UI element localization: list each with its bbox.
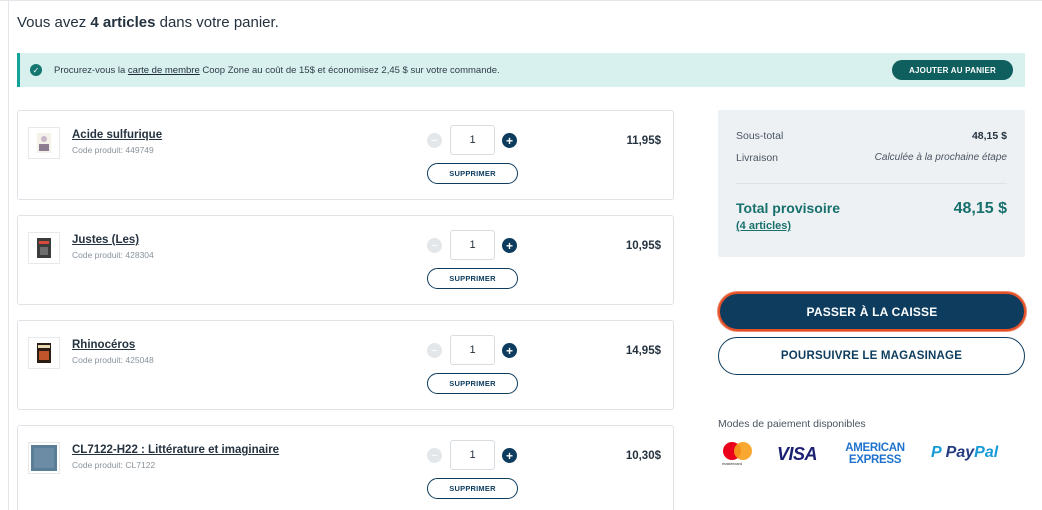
mastercard-logo-icon: mastercard — [720, 442, 756, 468]
add-membership-to-cart-button[interactable]: AJOUTER AU PANIER — [892, 60, 1013, 80]
remove-item-button[interactable]: SUPPRIMER — [427, 163, 518, 184]
amex-line2: EXPRESS — [848, 454, 902, 466]
increase-quantity-button[interactable]: + — [502, 448, 517, 463]
mastercard-text: mastercard — [722, 461, 743, 466]
product-code: Code produit: 428304 — [72, 250, 154, 260]
cart-title-suffix: dans votre panier. — [155, 14, 279, 31]
increase-quantity-button[interactable]: + — [502, 133, 517, 148]
total-label: Total provisoire — [736, 200, 840, 216]
decrease-quantity-button[interactable]: − — [427, 343, 442, 358]
quantity-input[interactable]: 1 — [450, 230, 495, 260]
summary-divider — [736, 183, 1007, 184]
left-border — [8, 0, 9, 510]
product-name-link[interactable]: CL7122-H22 : Littérature et imaginaire — [72, 444, 279, 456]
membership-promo-banner: ✓ Procurez-vous la carte de membre Coop … — [17, 53, 1025, 87]
quantity-input[interactable]: 1 — [450, 125, 495, 155]
shipping-row: Livraison Calculée à la prochaine étape — [736, 152, 1007, 164]
shipping-label: Livraison — [736, 152, 779, 164]
membership-card-link[interactable]: carte de membre — [128, 65, 200, 76]
checkout-button[interactable]: PASSER À LA CAISSE — [718, 292, 1026, 331]
item-price: 10,95$ — [625, 240, 661, 252]
cart-item: Rhinocéros Code produit: 425048 − 1 + SU… — [17, 320, 674, 410]
product-thumbnail[interactable] — [28, 337, 60, 369]
promo-text-before: Procurez-vous la — [54, 64, 128, 76]
cart-title-count: 4 articles — [90, 14, 156, 31]
payment-logos: mastercard VISA AMERICAN EXPRESS P PayPal — [720, 440, 1020, 470]
paypal-pay: Pay — [945, 444, 975, 461]
subtotal-row: Sous-total 48,15 $ — [736, 130, 1007, 142]
cart-item: Acide sulfurique Code produit: 449749 − … — [17, 110, 674, 200]
amex-line1: AMERICAN — [845, 442, 905, 454]
remove-item-button[interactable]: SUPPRIMER — [427, 268, 518, 289]
product-code: Code produit: CL7122 — [72, 460, 156, 470]
paypal-logo-icon: P PayPal — [931, 444, 999, 461]
paypal-pal: Pal — [974, 444, 999, 461]
promo-text: Procurez-vous la carte de membre Coop Zo… — [54, 65, 500, 76]
remove-item-button[interactable]: SUPPRIMER — [427, 373, 518, 394]
increase-quantity-button[interactable]: + — [502, 238, 517, 253]
visa-logo-icon: VISA — [777, 444, 818, 464]
product-name-link[interactable]: Acide sulfurique — [72, 129, 162, 141]
membership-icon: ✓ — [30, 64, 42, 76]
cart-title: Vous avez 4 articles dans votre panier. — [17, 14, 279, 31]
product-thumbnail[interactable] — [28, 232, 60, 264]
cart-item: CL7122-H22 : Littérature et imaginaire C… — [17, 425, 674, 510]
order-summary: Sous-total 48,15 $ Livraison Calculée à … — [718, 110, 1025, 257]
total-value: 48,15 $ — [953, 200, 1007, 217]
item-price: 14,95$ — [625, 345, 661, 357]
remove-item-button[interactable]: SUPPRIMER — [427, 478, 518, 499]
subtotal-value: 48,15 $ — [971, 130, 1007, 142]
shipping-value: Calculée à la prochaine étape — [874, 152, 1007, 163]
decrease-quantity-button[interactable]: − — [427, 448, 442, 463]
quantity-input[interactable]: 1 — [450, 335, 495, 365]
increase-quantity-button[interactable]: + — [502, 343, 517, 358]
product-code: Code produit: 449749 — [72, 145, 154, 155]
promo-text-after: Coop Zone au coût de 15$ et économisez 2… — [199, 64, 500, 76]
product-name-link[interactable]: Justes (Les) — [72, 234, 139, 246]
product-thumbnail[interactable] — [28, 442, 60, 474]
continue-shopping-button[interactable]: POURSUIVRE LE MAGASINAGE — [718, 337, 1025, 375]
product-thumbnail[interactable] — [28, 127, 60, 159]
item-price: 11,95$ — [626, 135, 661, 147]
product-code: Code produit: 425048 — [72, 355, 154, 365]
decrease-quantity-button[interactable]: − — [427, 238, 442, 253]
payment-methods-title: Modes de paiement disponibles — [718, 418, 866, 430]
product-name-link[interactable]: Rhinocéros — [72, 339, 135, 351]
subtotal-label: Sous-total — [736, 130, 784, 142]
quantity-input[interactable]: 1 — [450, 440, 495, 470]
item-price: 10,30$ — [625, 450, 661, 462]
top-border — [0, 0, 1042, 1]
amex-logo-icon: AMERICAN EXPRESS — [838, 442, 912, 466]
cart-title-prefix: Vous avez — [17, 14, 91, 31]
total-article-count-link[interactable]: (4 articles) — [736, 220, 791, 232]
decrease-quantity-button[interactable]: − — [427, 133, 442, 148]
cart-item: Justes (Les) Code produit: 428304 − 1 + … — [17, 215, 674, 305]
